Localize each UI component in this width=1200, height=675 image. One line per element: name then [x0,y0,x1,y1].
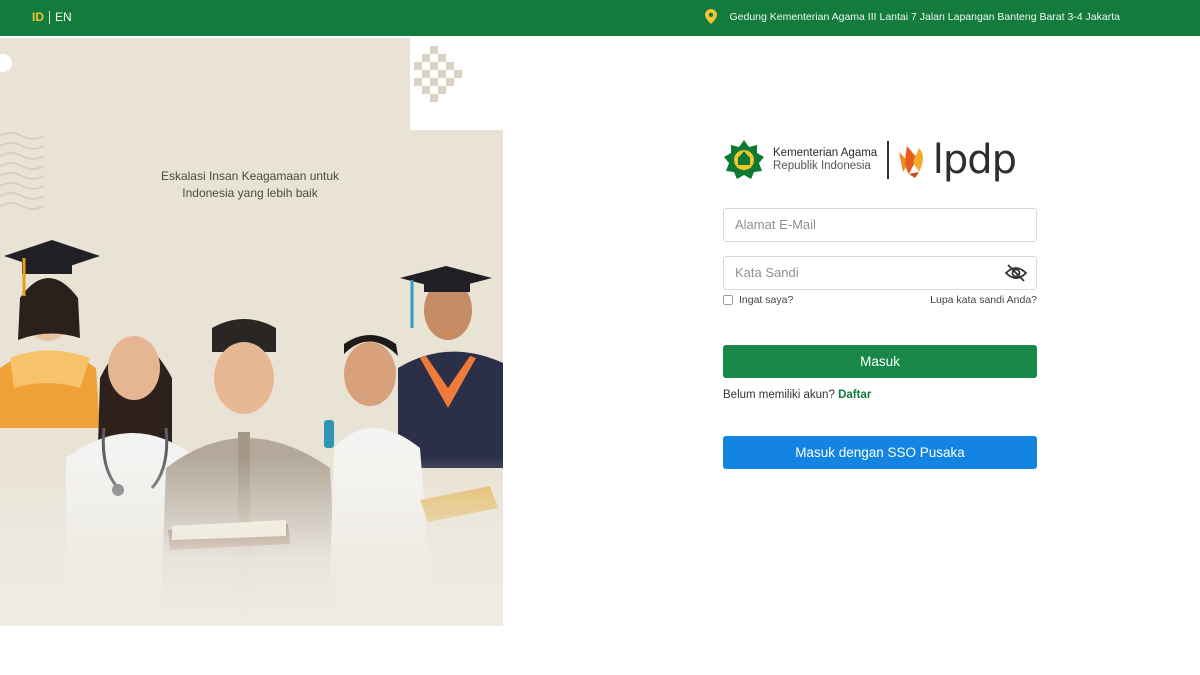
brand-logos: Kementerian Agama Republik Indonesia lpd… [723,137,1037,183]
org-name-line-2: Republik Indonesia [773,160,871,172]
lang-divider [49,10,50,24]
eye-slash-icon[interactable] [1005,263,1027,283]
lpdp-wordmark: lpdp [932,137,1017,183]
batik-pattern-decoration [414,46,462,102]
graduate-woman-figure [0,240,100,428]
tagline-line-1: Eskalasi Insan Keagamaan untuk [160,169,340,183]
hero-banner: Eskalasi Insan Keagamaan untuk Indonesia… [0,38,503,626]
address-text: Gedung Kementerian Agama III Lantai 7 Ja… [729,10,1120,23]
decorative-dot [0,54,12,72]
email-input[interactable] [735,217,1036,232]
email-field[interactable] [723,208,1037,242]
register-link[interactable]: Daftar [838,389,871,401]
kemenag-wordmark: Kementerian Agama Republik Indonesia [773,147,877,173]
remember-checkbox[interactable] [723,295,733,305]
forgot-password-link[interactable]: Lupa kata sandi Anda? [930,294,1037,306]
address-info: Gedung Kementerian Agama III Lantai 7 Ja… [705,9,1120,24]
location-pin-icon [705,9,718,24]
kemenag-emblem-icon [724,140,764,179]
top-bar: ID EN Gedung Kementerian Agama III Lanta… [0,0,1200,36]
wave-lines-decoration [0,132,44,210]
language-switcher: ID EN [32,10,72,24]
sso-login-button[interactable]: Masuk dengan SSO Pusaka [723,436,1037,469]
lang-en-link[interactable]: EN [55,10,72,24]
tagline-line-2: Indonesia yang lebih baik [182,186,318,200]
org-name-line-1: Kementerian Agama [773,147,878,159]
password-field[interactable] [723,256,1037,290]
lang-id-link[interactable]: ID [32,10,44,24]
register-prompt-text: Belum memiliki akun? [723,389,835,401]
register-prompt: Belum memiliki akun? Daftar [723,389,871,401]
remember-label: Ingat saya? [739,294,794,306]
logo-divider [887,141,889,179]
login-button[interactable]: Masuk [723,345,1037,378]
password-input[interactable] [735,265,1036,280]
remember-me[interactable]: Ingat saya? [723,294,793,306]
hero-tagline: Eskalasi Insan Keagamaan untuk Indonesia… [120,168,380,202]
graduate-man-figure [398,266,503,468]
hero-bottom-fade [0,456,503,626]
lpdp-flame-icon [898,146,923,178]
